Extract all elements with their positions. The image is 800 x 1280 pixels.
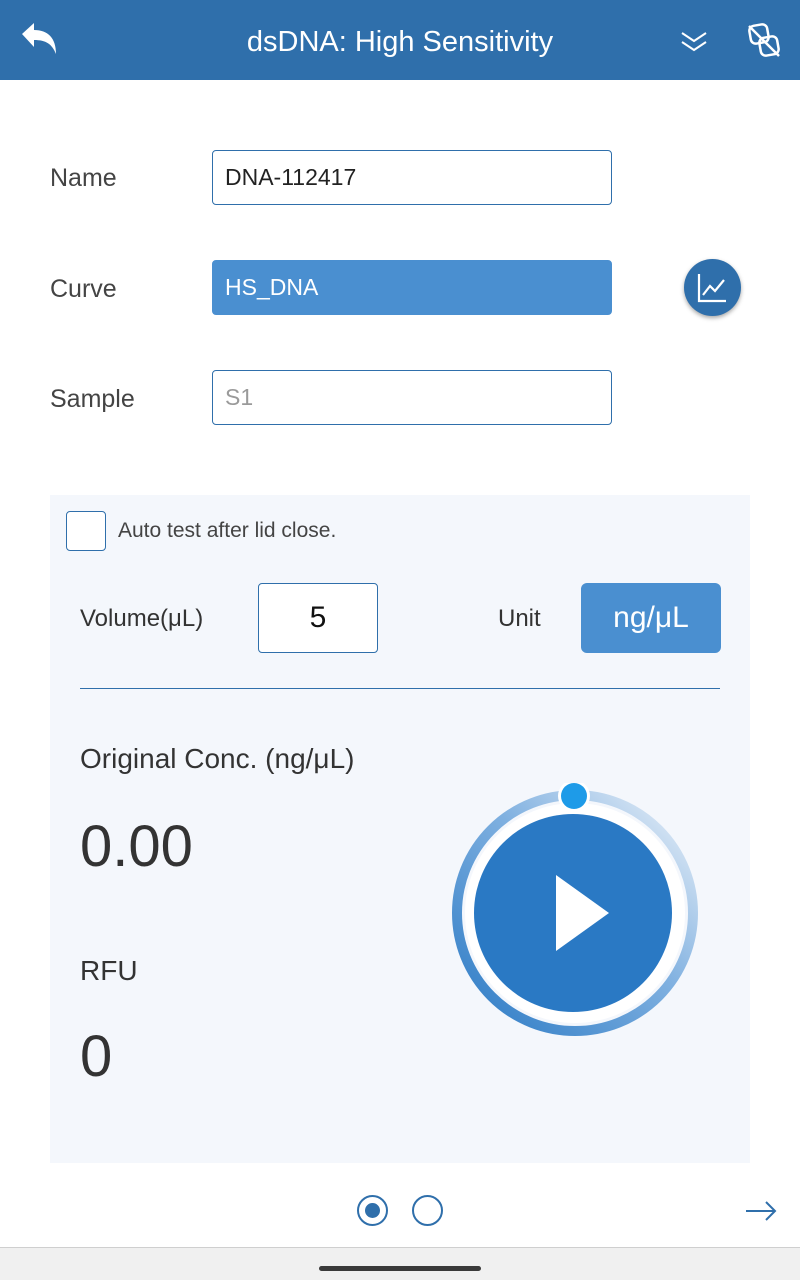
rfu-value: 0: [80, 1024, 113, 1089]
rfu-label: RFU: [80, 955, 138, 986]
next-arrow-icon[interactable]: [744, 1196, 778, 1226]
unlink-icon[interactable]: [744, 20, 784, 60]
sample-placeholder: S1: [225, 384, 254, 410]
system-nav-bar: [0, 1247, 800, 1280]
curve-chart-button[interactable]: [684, 259, 741, 316]
page-dot-1[interactable]: [357, 1195, 388, 1226]
app-bar: dsDNA: High Sensitivity: [0, 0, 800, 80]
sample-label: Sample: [50, 385, 135, 413]
divider: [80, 688, 720, 689]
conc-label: Original Conc. (ng/μL): [80, 743, 355, 774]
volume-label: Volume(μL): [80, 605, 204, 632]
name-label: Name: [50, 164, 117, 192]
curve-label: Curve: [50, 275, 117, 303]
unit-label: Unit: [498, 605, 541, 632]
conc-value: 0.00: [80, 814, 193, 879]
measurement-panel: Auto test after lid close. Volume(μL) 5 …: [50, 495, 750, 1163]
volume-input[interactable]: 5: [258, 583, 378, 653]
unit-button[interactable]: ng/μL: [581, 583, 721, 653]
page-indicator: [357, 1195, 447, 1227]
play-button[interactable]: [448, 783, 704, 1039]
auto-test-checkbox[interactable]: [66, 511, 106, 551]
sample-input[interactable]: S1: [212, 370, 612, 425]
double-chevron-down-icon[interactable]: [676, 24, 712, 60]
page-dot-2[interactable]: [412, 1195, 443, 1226]
curve-select[interactable]: HS_DNA: [212, 260, 612, 315]
home-gesture-handle[interactable]: [319, 1266, 481, 1271]
auto-test-label: Auto test after lid close.: [118, 519, 337, 542]
name-input[interactable]: DNA-112417: [212, 150, 612, 205]
line-chart-icon: [697, 274, 726, 303]
